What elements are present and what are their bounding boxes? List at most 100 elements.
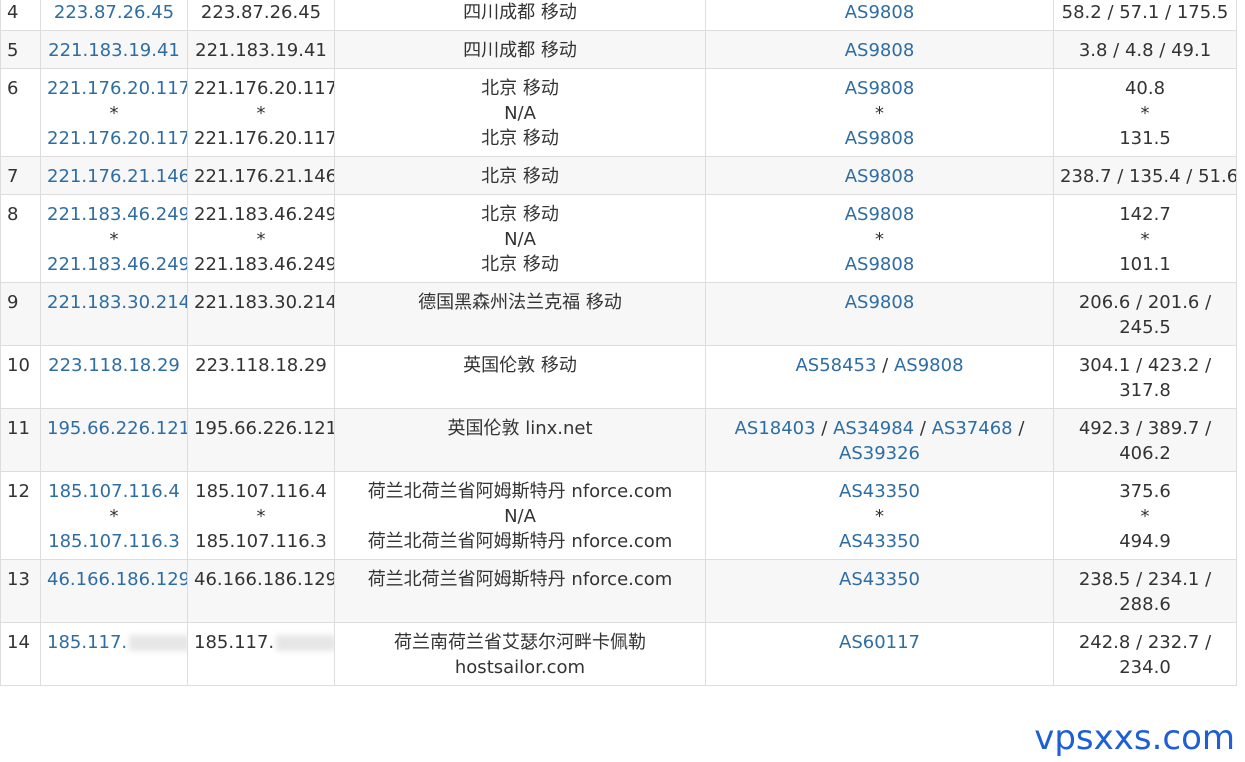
timeout-marker: * [875,103,884,124]
asn-cell: AS43350 [705,559,1054,623]
hop-number: 6 [0,68,41,157]
location-cell: 英国伦敦 linx.net [334,408,706,472]
hop-number: 9 [0,282,41,346]
ip-text: 223.118.18.29 [195,355,327,376]
hop-number: 12 [0,471,41,560]
asn-link[interactable]: AS60117 [839,632,920,653]
ip-link[interactable]: 223.118.18.29 [48,355,180,376]
location-text: N/A [504,229,536,250]
location-text: 四川成都 移动 [463,40,577,61]
asn-link[interactable]: AS58453 [795,355,876,376]
asn-cell: AS9808 [705,0,1054,31]
ip-text: 46.166.186.129 [194,569,335,590]
latency-text: 238.7 / 135.4 / 51.6 [1060,166,1237,187]
table-row: 9 221.183.30.214 221.183.30.214 德国黑森州法兰克福 移… [0,282,1237,346]
redaction-blur [129,635,187,651]
timeout-marker: * [109,506,119,527]
location-text: 北京 移动 [481,166,559,187]
ip-link[interactable]: 223.87.26.45 [54,2,174,23]
asn-link[interactable]: AS9808 [894,355,964,376]
ip-text: 221.183.46.249 [194,254,335,275]
ip-link-cell: 223.118.18.29 [40,345,188,409]
ip-link[interactable]: 185.107.116.4 [48,481,180,502]
location-cell: 北京 移动 N/A 北京 移动 [334,68,706,157]
ip-text: 223.87.26.45 [200,2,322,23]
ip-cell: 221.183.30.214 [187,282,335,346]
asn-link[interactable]: AS43350 [839,531,920,552]
asn-cell: AS9808 [705,30,1054,69]
table-row: 14 185.117. 185.117. 荷兰南荷兰省艾瑟尔河畔卡佩勒 hostsail… [0,622,1237,686]
asn-cell: AS9808 * AS9808 [705,194,1054,283]
table-row: 6 221.176.20.117 * 221.176.20.117 221.176.20… [0,68,1237,157]
ip-link[interactable]: 221.183.30.214 [47,292,187,313]
latency-text: * [1140,103,1150,124]
watermark: vpsxxs.com [1034,718,1235,758]
location-cell: 荷兰北荷兰省阿姆斯特丹 nforce.com [334,559,706,623]
asn-cell: AS43350 * AS43350 [705,471,1054,560]
latency-text: 288.6 [1119,594,1171,615]
location-cell: 英国伦敦 移动 [334,345,706,409]
asn-link[interactable]: AS9808 [845,254,915,275]
redaction-blur [276,635,334,651]
ip-text: * [256,506,266,527]
ip-link[interactable]: 221.176.20.117 [47,128,187,149]
latency-cell: 40.8 * 131.5 [1053,68,1237,157]
ip-cell: 185.107.116.4 * 185.107.116.3 [187,471,335,560]
latency-text: 131.5 [1119,128,1171,149]
hop-number: 4 [0,0,41,31]
ip-text: 221.183.19.41 [195,40,327,61]
ip-link[interactable]: 46.166.186.129 [47,569,187,590]
asn-link[interactable]: AS9808 [845,40,915,61]
latency-cell: 238.5 / 234.1 / 288.6 [1053,559,1237,623]
table-row: 12 185.107.116.4 * 185.107.116.3 185.107.116… [0,471,1237,560]
ip-link[interactable]: 221.183.46.249 [47,254,187,275]
asn-link[interactable]: AS9808 [845,166,915,187]
asn-link[interactable]: AS37468 [932,418,1013,439]
ip-link[interactable]: 185.117. [47,632,127,653]
ip-link[interactable]: 195.66.226.121 [47,418,187,439]
location-cell: 荷兰北荷兰省阿姆斯特丹 nforce.com N/A 荷兰北荷兰省阿姆斯特丹 nfo… [334,471,706,560]
ip-cell: 46.166.186.129 [187,559,335,623]
latency-cell: 3.8 / 4.8 / 49.1 [1053,30,1237,69]
asn-cell: AS60117 [705,622,1054,686]
asn-link[interactable]: AS18403 [735,418,816,439]
ip-link[interactable]: 185.107.116.3 [48,531,180,552]
asn-cell: AS9808 [705,156,1054,195]
asn-link[interactable]: AS9808 [845,2,915,23]
hop-number: 8 [0,194,41,283]
hop-number: 10 [0,345,41,409]
ip-link[interactable]: 221.176.20.117 [47,78,187,99]
ip-link[interactable]: 221.176.21.146 [47,166,187,187]
asn-link[interactable]: AS9808 [845,204,915,225]
table-row: 5 221.183.19.41 221.183.19.41 四川成都 移动 AS9808… [0,30,1237,69]
asn-link[interactable]: AS34984 [833,418,914,439]
table-row: 7 221.176.21.146 221.176.21.146 北京 移动 AS9808… [0,156,1237,195]
asn-link[interactable]: AS43350 [839,569,920,590]
latency-cell: 58.2 / 57.1 / 175.5 [1053,0,1237,31]
ip-link[interactable]: 221.183.46.249 [47,204,187,225]
ip-link[interactable]: 221.183.19.41 [48,40,180,61]
latency-text: 58.2 / 57.1 / 175.5 [1061,2,1229,23]
location-text: 英国伦敦 linx.net [447,418,593,439]
asn-link[interactable]: AS9808 [845,78,915,99]
table-row: 8 221.183.46.249 * 221.183.46.249 221.183.46… [0,194,1237,283]
latency-cell: 304.1 / 423.2 / 317.8 [1053,345,1237,409]
asn-link[interactable]: AS9808 [845,292,915,313]
asn-cell: AS9808 * AS9808 [705,68,1054,157]
asn-link[interactable]: AS9808 [845,128,915,149]
location-text: 四川成都 移动 [463,2,577,23]
traceroute-table: 4 223.87.26.45 223.87.26.45 四川成都 移动 AS9808 58… [0,0,1237,686]
asn-link[interactable]: AS39326 [839,443,920,464]
ip-text: 221.176.20.117 [194,78,335,99]
table-row: 4 223.87.26.45 223.87.26.45 四川成都 移动 AS9808 58… [0,0,1237,31]
ip-link-cell: 221.183.46.249 * 221.183.46.249 [40,194,188,283]
ip-cell: 221.176.20.117 * 221.176.20.117 [187,68,335,157]
asn-link[interactable]: AS43350 [839,481,920,502]
ip-text: 185.107.116.4 [195,481,327,502]
latency-text: 40.8 [1124,78,1166,99]
ip-cell: 195.66.226.121 [187,408,335,472]
location-text: 荷兰北荷兰省阿姆斯特丹 nforce.com [367,569,673,590]
location-text: 荷兰南荷兰省艾瑟尔河畔卡佩勒 [394,632,646,653]
latency-cell: 375.6 * 494.9 [1053,471,1237,560]
ip-text: 221.183.30.214 [194,292,335,313]
